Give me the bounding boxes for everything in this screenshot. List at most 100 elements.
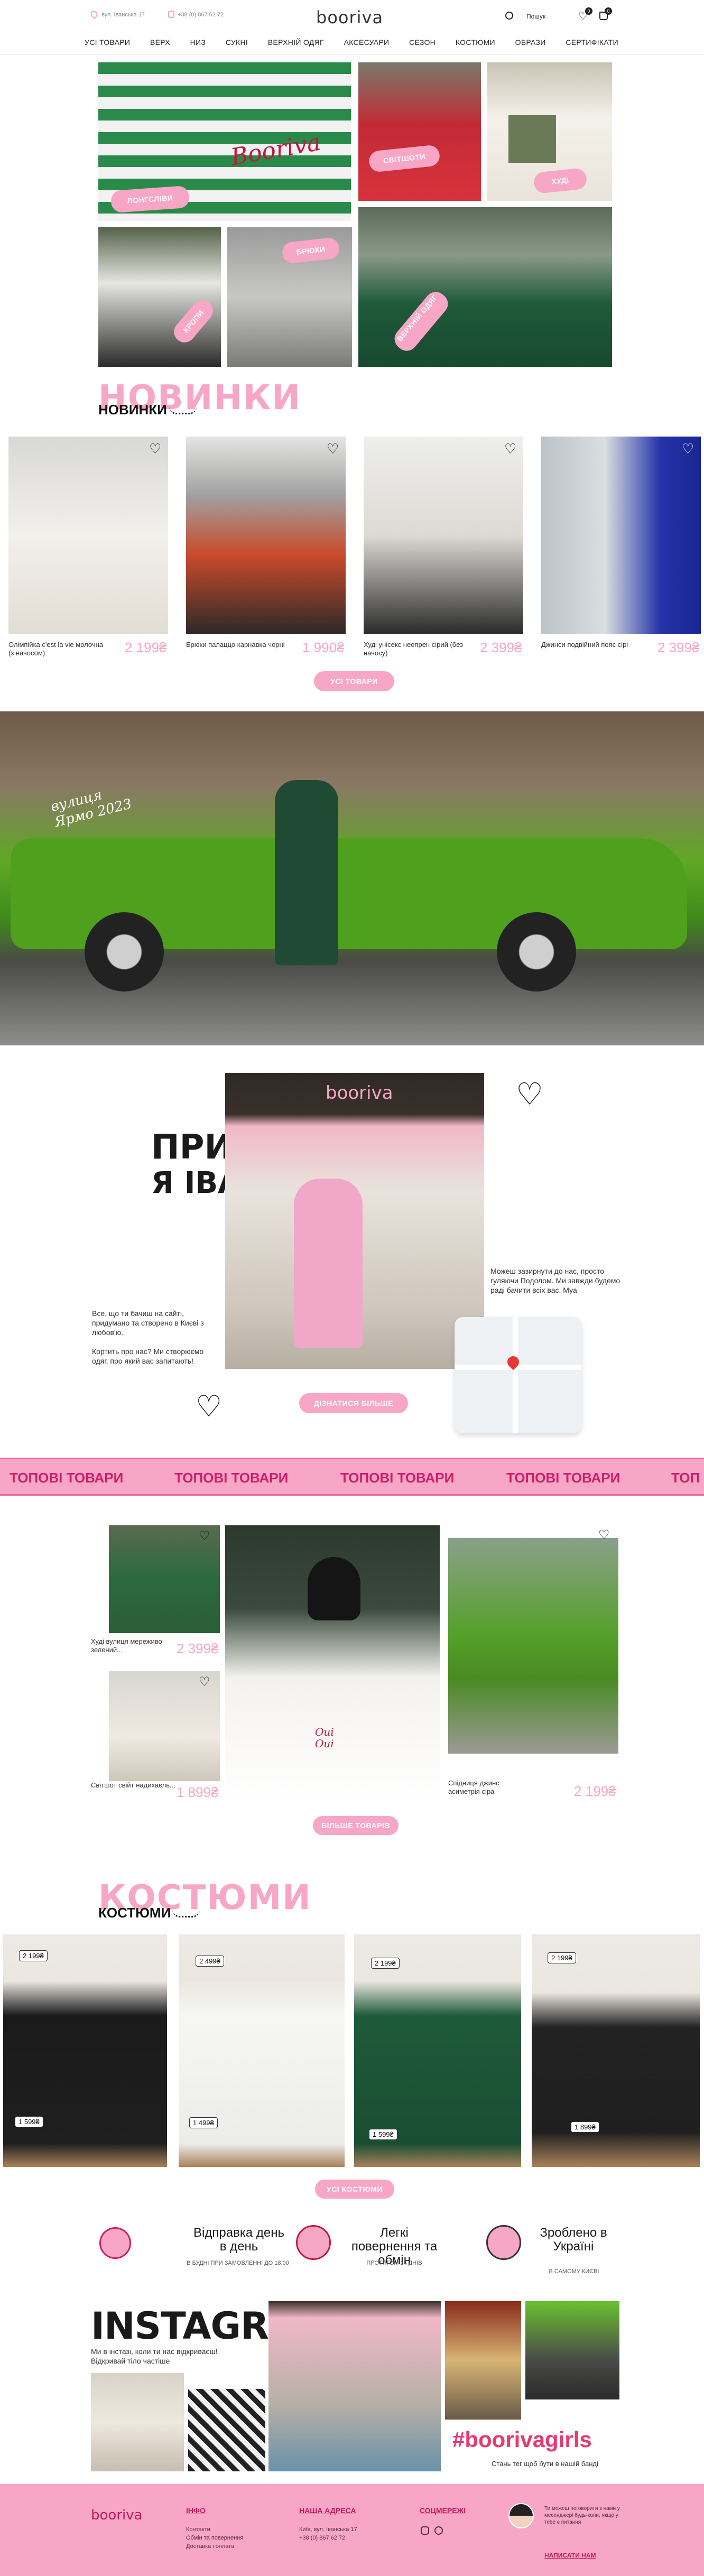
product-image[interactable] bbox=[8, 437, 168, 634]
learn-more-button[interactable]: ДІЗНАТИСЯ БІЛЬШЕ bbox=[299, 1393, 408, 1413]
all-suits-button[interactable]: УСІ КОСТЮМИ bbox=[315, 2180, 394, 2199]
heart-cycle-icon bbox=[296, 2225, 331, 2260]
product-name[interactable]: Худі унісекс неопрен сірий (без начосу) bbox=[364, 641, 464, 657]
instagram-photo[interactable] bbox=[268, 2301, 441, 2471]
instagram-subtitle: Ми в інстазі, коли ти нас відкриваєш! Ві… bbox=[91, 2347, 218, 2365]
footer-link-contacts[interactable]: Контакти bbox=[186, 2526, 210, 2533]
heart-icon[interactable]: ♡ bbox=[149, 441, 163, 457]
suit-price-top: 2 199₴ bbox=[371, 1958, 400, 1969]
instagram-hashtag[interactable]: #boorivagirls bbox=[452, 2427, 592, 2452]
main-nav: УСІ ТОВАРИ ВЕРХ НИЗ СУКНІ ВЕРХНІЙ ОДЯГ А… bbox=[85, 38, 618, 47]
car-wheel bbox=[85, 912, 164, 992]
search-label[interactable]: Пошук bbox=[526, 13, 545, 20]
nav-item-looks[interactable]: ОБРАЗИ bbox=[515, 38, 546, 47]
feature-subtitle: ПРОТЯГОМ 14 ДНІВ bbox=[366, 2260, 422, 2266]
product-name[interactable]: Джинси подвійний пояс сірі bbox=[541, 641, 642, 649]
product-image[interactable] bbox=[364, 437, 523, 634]
novelties-title: НОВИНКИ bbox=[98, 402, 167, 418]
nav-item-all[interactable]: УСІ ТОВАРИ bbox=[85, 38, 130, 47]
featured-product-image[interactable]: Oui Oui bbox=[225, 1525, 440, 1802]
wave-icon bbox=[172, 1910, 200, 1917]
all-products-button[interactable]: УСІ ТОВАРИ bbox=[314, 671, 394, 691]
suit-price-top: 2 199₴ bbox=[19, 1950, 48, 1961]
feature-subtitle: В БУДНІ ПРИ ЗАМОВЛЕННІ ДО 18:00 bbox=[187, 2260, 289, 2266]
about-text-left-1: Все, що ти бачиш на сайті, придумано та … bbox=[92, 1309, 204, 1337]
wave-icon bbox=[169, 407, 197, 414]
product-name[interactable]: Брюки палаццо карнавка чорні bbox=[186, 641, 286, 649]
header-address[interactable]: вул. Іванська 17 bbox=[101, 12, 145, 18]
suits-title: КОСТЮМИ bbox=[98, 1905, 171, 1921]
suit-price-top: 2 199₴ bbox=[548, 1952, 576, 1963]
phone-icon bbox=[168, 11, 174, 18]
store-photo: booriva bbox=[225, 1073, 484, 1369]
footer-promo-link[interactable]: НАПИСАТИ НАМ bbox=[544, 2552, 596, 2559]
instagram-photo[interactable] bbox=[188, 2389, 265, 2471]
instagram-icon[interactable] bbox=[421, 2526, 429, 2535]
about-text-left-2: Кортить про нас? Ми створюємо одяг, про … bbox=[92, 1347, 204, 1365]
product-image[interactable] bbox=[186, 437, 346, 634]
more-products-button[interactable]: БІЛЬШЕ ТОВАРІВ bbox=[313, 1816, 399, 1835]
product-price: 1 899₴ bbox=[177, 1784, 219, 1800]
footer-address-title: НАША АДРЕСА bbox=[299, 2506, 356, 2515]
marquee-text: ТОП bbox=[671, 1470, 700, 1486]
instagram-photo[interactable] bbox=[91, 2373, 184, 2471]
telegram-icon[interactable] bbox=[434, 2526, 443, 2535]
footer-phone[interactable]: +38 (0) 867 62 72 bbox=[299, 2535, 345, 2541]
feature-title: Зроблено в Україні bbox=[540, 2226, 607, 2254]
product-name[interactable]: Худі вулиця мереживо зелений... bbox=[91, 1637, 175, 1654]
store-map[interactable] bbox=[455, 1317, 581, 1433]
product-name[interactable]: Світшот свійт надихаєль... bbox=[91, 1781, 175, 1790]
product-name[interactable]: Спідниця джинс асиметрія сіра bbox=[448, 1779, 527, 1796]
banner-script-text: вулиця Ярмо 2023 bbox=[49, 787, 134, 831]
instagram-photo[interactable] bbox=[445, 2301, 521, 2420]
nav-item-suits[interactable]: КОСТЮМИ bbox=[456, 38, 495, 47]
instagram-photo[interactable] bbox=[525, 2301, 619, 2399]
top-products-marquee: ТОПОВІ ТОВАРИ ТОПОВІ ТОВАРИ ТОПОВІ ТОВАР… bbox=[0, 1458, 704, 1496]
feature-title: Відправка день в день bbox=[193, 2226, 284, 2254]
rocket-icon bbox=[99, 2227, 131, 2259]
marquee-text: ТОПОВІ ТОВАРИ bbox=[506, 1470, 620, 1486]
heart-icon[interactable]: ♡ bbox=[199, 1674, 212, 1689]
product-name[interactable]: Олімпійка c'est la vie молочна (з начосо… bbox=[8, 641, 109, 657]
suit-image[interactable] bbox=[3, 1934, 167, 2167]
footer-link-delivery[interactable]: Доставка і оплата bbox=[186, 2543, 234, 2550]
footer-info-title: ІНФО bbox=[186, 2506, 206, 2515]
product-image[interactable] bbox=[448, 1538, 618, 1754]
nav-item-certificates[interactable]: СЕРТИФІКАТИ bbox=[566, 38, 618, 47]
heart-doodle-icon: ♡ bbox=[196, 1389, 223, 1423]
product-image[interactable] bbox=[541, 437, 701, 634]
heart-icon[interactable]: ♡ bbox=[682, 441, 696, 457]
category-tile-sweatshirts[interactable] bbox=[358, 62, 481, 201]
suit-price-bottom: 1 499₴ bbox=[189, 2117, 218, 2128]
site-footer: booriva ІНФО Контакти Обмін та поверненн… bbox=[0, 2484, 704, 2576]
nav-item-dresses[interactable]: СУКНІ bbox=[226, 38, 248, 47]
category-tile-crops[interactable] bbox=[98, 227, 221, 367]
header-phone[interactable]: +38 (0) 867 62 72 bbox=[178, 12, 224, 18]
street-banner: вулиця Ярмо 2023 bbox=[0, 711, 704, 1045]
suit-image[interactable] bbox=[179, 1934, 345, 2167]
nav-item-top[interactable]: ВЕРХ bbox=[150, 38, 170, 47]
suit-price-bottom: 1 599₴ bbox=[15, 2116, 43, 2127]
heart-doodle-icon: ♡ bbox=[516, 1077, 543, 1111]
nav-item-bottom[interactable]: НИЗ bbox=[190, 38, 206, 47]
heart-icon[interactable]: ♡ bbox=[598, 1527, 612, 1542]
site-logo[interactable]: booriva bbox=[316, 7, 383, 27]
nav-item-outerwear[interactable]: ВЕРХНІЙ ОДЯГ bbox=[268, 38, 324, 47]
nav-item-season[interactable]: СЕЗОН bbox=[409, 38, 436, 47]
heart-icon[interactable]: ♡ bbox=[199, 1528, 212, 1543]
footer-link-returns[interactable]: Обмін та повернення bbox=[186, 2535, 243, 2541]
footer-logo[interactable]: booriva bbox=[91, 2507, 143, 2523]
heart-icon[interactable]: ♡ bbox=[504, 441, 518, 457]
heart-icon[interactable]: ♡ bbox=[327, 441, 340, 457]
about-text-right: Можеш зазирнути до нас, просто гуляючи П… bbox=[490, 1267, 620, 1294]
store-sign: booriva bbox=[326, 1082, 393, 1104]
site-header: вул. Іванська 17 +38 (0) 867 62 72 boori… bbox=[0, 0, 704, 55]
suit-price-top: 2 499₴ bbox=[196, 1956, 224, 1967]
search-icon[interactable] bbox=[505, 12, 513, 20]
shirt-print: Booriva bbox=[228, 128, 323, 171]
nav-item-accessories[interactable]: АКСЕСУАРИ bbox=[344, 38, 390, 47]
car-wheel bbox=[497, 912, 576, 992]
cart-count-badge: 0 bbox=[605, 7, 612, 15]
model-figure bbox=[275, 780, 338, 965]
suit-image[interactable] bbox=[532, 1934, 700, 2167]
